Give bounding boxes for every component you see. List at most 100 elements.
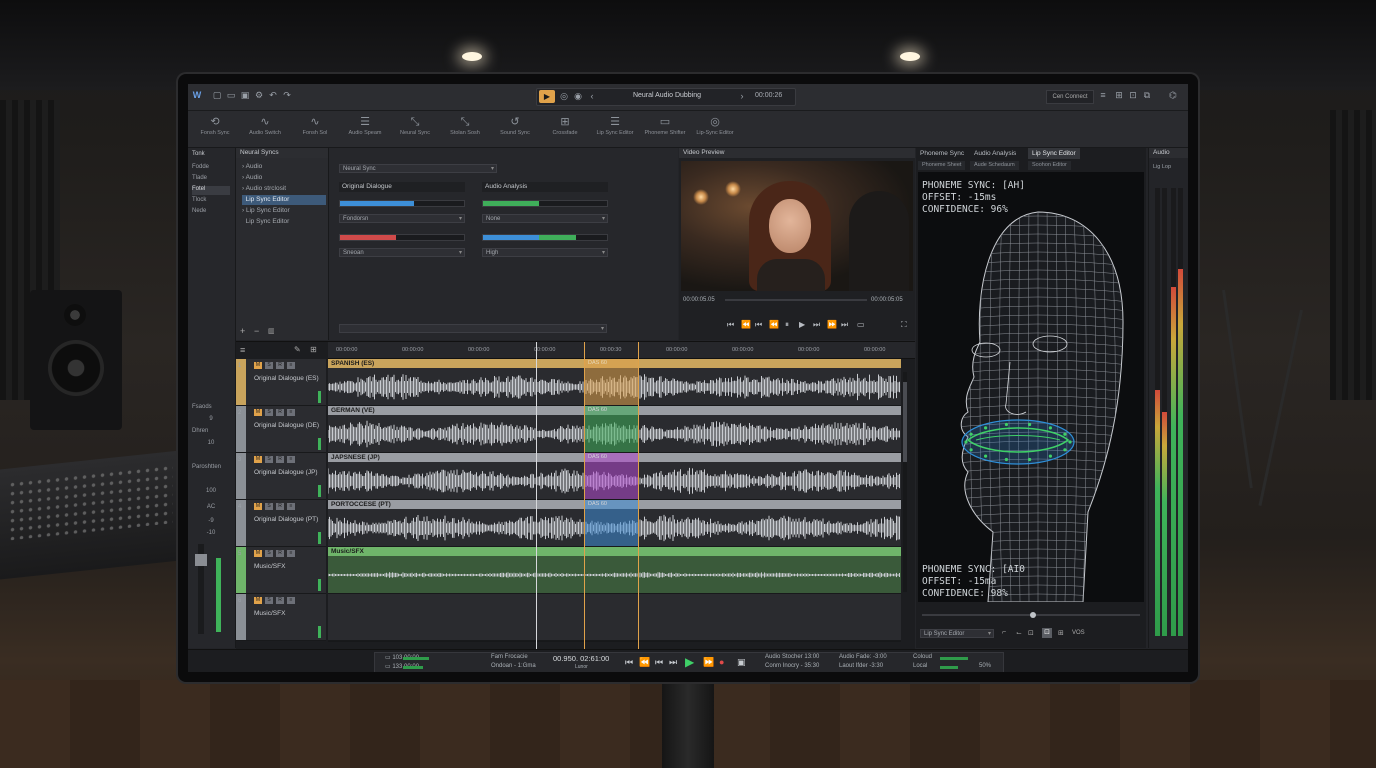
grid-icon[interactable]: ⊞ bbox=[310, 345, 317, 354]
track-control-button[interactable]: M bbox=[254, 456, 262, 463]
tool-button[interactable]: ▭ Phoneme Shifter bbox=[642, 114, 688, 144]
subtab-phoneme-sheet[interactable]: Phoneme Sheet bbox=[918, 161, 966, 170]
slider-handle[interactable] bbox=[1030, 612, 1036, 618]
redo-icon[interactable]: ↷ bbox=[282, 90, 292, 100]
subtab-editor[interactable]: Soohon Editor bbox=[1028, 161, 1071, 170]
skip-start-icon[interactable]: ⏮ bbox=[625, 657, 633, 668]
tab-lip-sync-editor[interactable]: Lip Sync Editor bbox=[1028, 148, 1080, 159]
sync-region[interactable]: DAS 60 bbox=[584, 500, 638, 546]
track-control-button[interactable]: R bbox=[276, 362, 284, 369]
track-header[interactable]: 1 M S R ≡ Original Dialogue (ES) bbox=[236, 359, 326, 406]
track-control-button[interactable]: S bbox=[265, 503, 273, 510]
sync-region[interactable]: DAS 60 bbox=[584, 453, 638, 499]
screen-icon[interactable]: ▭ bbox=[857, 320, 865, 329]
track-control-button[interactable]: ≡ bbox=[287, 550, 295, 557]
track-control-button[interactable]: S bbox=[265, 597, 273, 604]
explorer-item[interactable]: › Lip Sync Editor bbox=[242, 206, 326, 216]
undo-icon[interactable]: ↶ bbox=[268, 90, 278, 100]
track-control-button[interactable]: S bbox=[265, 362, 273, 369]
remove-icon[interactable]: − bbox=[254, 326, 259, 336]
tool-button[interactable]: ☰ Audio Speam bbox=[342, 114, 388, 144]
track-control-button[interactable]: S bbox=[265, 409, 273, 416]
vertical-scrollbar[interactable] bbox=[903, 372, 907, 592]
track-control-button[interactable]: S bbox=[265, 550, 273, 557]
track-control-button[interactable]: ≡ bbox=[287, 456, 295, 463]
fast-forward-icon[interactable]: ⏩ bbox=[703, 657, 714, 668]
video-frame[interactable] bbox=[681, 161, 913, 291]
playhead-marker[interactable] bbox=[584, 342, 585, 649]
lip-sync-editor-select[interactable]: Lip Sync Editor bbox=[920, 629, 994, 638]
trash-icon[interactable]: ▥ bbox=[268, 327, 275, 335]
skip-end-icon[interactable]: ⏭ bbox=[841, 320, 848, 330]
track-control-button[interactable]: M bbox=[254, 550, 262, 557]
tool-button[interactable]: ↺ Sound Sync bbox=[492, 114, 538, 144]
dropdown-4[interactable]: High bbox=[482, 248, 608, 257]
track-header[interactable]: 4 M S R ≡ Original Dialogue (PT) bbox=[236, 500, 326, 547]
tool-icon[interactable]: ⌐ bbox=[1002, 629, 1006, 636]
connect-button[interactable]: Cen Connect bbox=[1046, 90, 1094, 104]
time-ruler[interactable]: 00:00:00 00:00:00 00:00:00 00:00:00 00:00:30… bbox=[328, 342, 915, 359]
fullscreen-icon[interactable]: ⛶ bbox=[901, 320, 907, 330]
step-back-icon[interactable]: ⏪ bbox=[639, 657, 650, 668]
tool-button[interactable]: ⤡ Stolan Sosh bbox=[442, 114, 488, 144]
dropdown-2[interactable]: None bbox=[482, 214, 608, 223]
explorer-item[interactable]: › Audio bbox=[242, 173, 326, 183]
track-control-button[interactable]: S bbox=[265, 456, 273, 463]
save-icon[interactable]: ▣ bbox=[240, 90, 250, 100]
settings-icon[interactable]: ⚙ bbox=[254, 90, 264, 100]
step-forward-icon[interactable]: ⏭ bbox=[813, 320, 820, 330]
tool-button[interactable]: ◎ Lip-Sync Editor bbox=[692, 114, 738, 144]
record-icon[interactable]: ◎ bbox=[559, 91, 569, 101]
track-lane[interactable]: JAPSNESE (JP) DAS 60 bbox=[327, 453, 901, 500]
tool-icon[interactable]: ⊡ bbox=[1042, 628, 1052, 638]
rewind-icon[interactable]: ⏪ bbox=[741, 320, 751, 329]
tool-icon[interactable]: ⊞ bbox=[1058, 629, 1064, 637]
pen-icon[interactable]: ✎ bbox=[294, 345, 301, 354]
grid-icon[interactable]: ⊡ bbox=[1128, 90, 1138, 100]
vertical-scroll-thumb[interactable] bbox=[903, 382, 907, 462]
track-header[interactable]: 2 M S R ≡ Original Dialogue (DE) bbox=[236, 406, 326, 453]
track-control-button[interactable]: M bbox=[254, 597, 262, 604]
menu-icon[interactable]: ≡ bbox=[240, 345, 245, 355]
tab-audio-analysis[interactable]: Audio Analysis bbox=[970, 148, 1020, 159]
left-item[interactable]: Fotel bbox=[192, 186, 230, 195]
left-item[interactable]: Tlade bbox=[192, 175, 230, 184]
record-icon[interactable]: ● bbox=[719, 657, 724, 667]
tool-button[interactable]: ∿ Audio Switch bbox=[242, 114, 288, 144]
previous-icon[interactable]: ⏮ bbox=[655, 657, 663, 668]
left-item[interactable]: Fodde bbox=[192, 164, 230, 173]
track-lane[interactable]: SPANISH (ES) DAS 60 bbox=[327, 359, 901, 406]
tool-button[interactable]: ⤡ Neural Sync bbox=[392, 114, 438, 144]
explorer-item[interactable]: › Audio bbox=[242, 162, 326, 172]
tab-phoneme-sync[interactable]: Phoneme Sync bbox=[916, 148, 968, 159]
play-icon[interactable]: ▶ bbox=[799, 320, 805, 329]
next-icon[interactable]: ⏭ bbox=[669, 657, 677, 668]
pause-icon[interactable]: ⏸ bbox=[785, 320, 789, 330]
track-control-button[interactable]: R bbox=[276, 503, 284, 510]
skip-start-icon[interactable]: ⏮ bbox=[727, 320, 734, 330]
track-control-button[interactable]: M bbox=[254, 409, 262, 416]
new-file-icon[interactable]: ▢ bbox=[212, 90, 222, 100]
track-control-button[interactable]: R bbox=[276, 409, 284, 416]
track-lane[interactable]: GERMAN (VE) DAS 60 bbox=[327, 406, 901, 453]
bottom-select[interactable] bbox=[339, 324, 607, 333]
dropdown-3[interactable]: Sneoan bbox=[339, 248, 465, 257]
face-mesh-view[interactable]: PHONEME SYNC: [AH] OFFSET: -15ms CONFIDE… bbox=[918, 172, 1144, 602]
track-header[interactable]: 5 M S R ≡ Music/SFX bbox=[236, 547, 326, 594]
sync-region[interactable]: DAS 60 bbox=[584, 406, 638, 452]
tool-button[interactable]: ∿ Fonsh Sol bbox=[292, 114, 338, 144]
sync-region[interactable]: DAS 60 bbox=[584, 359, 638, 405]
camera-icon[interactable]: ▣ bbox=[737, 657, 746, 668]
track-control-button[interactable]: ≡ bbox=[287, 362, 295, 369]
tool-button[interactable]: ☰ Lip Sync Editor bbox=[592, 114, 638, 144]
prev-icon[interactable]: ‹ bbox=[587, 91, 597, 101]
dropdown-1[interactable]: Fondorsn bbox=[339, 214, 465, 223]
tool-button[interactable]: ⟲ Fonsh Sync bbox=[192, 114, 238, 144]
track-control-button[interactable]: ≡ bbox=[287, 409, 295, 416]
next-icon[interactable]: › bbox=[737, 91, 747, 101]
playhead-marker[interactable] bbox=[638, 342, 639, 649]
track-control-button[interactable]: M bbox=[254, 503, 262, 510]
track-control-button[interactable]: R bbox=[276, 597, 284, 604]
track-lane[interactable]: Music/SFX bbox=[327, 547, 901, 594]
play-icon[interactable]: ▶ bbox=[685, 655, 694, 669]
